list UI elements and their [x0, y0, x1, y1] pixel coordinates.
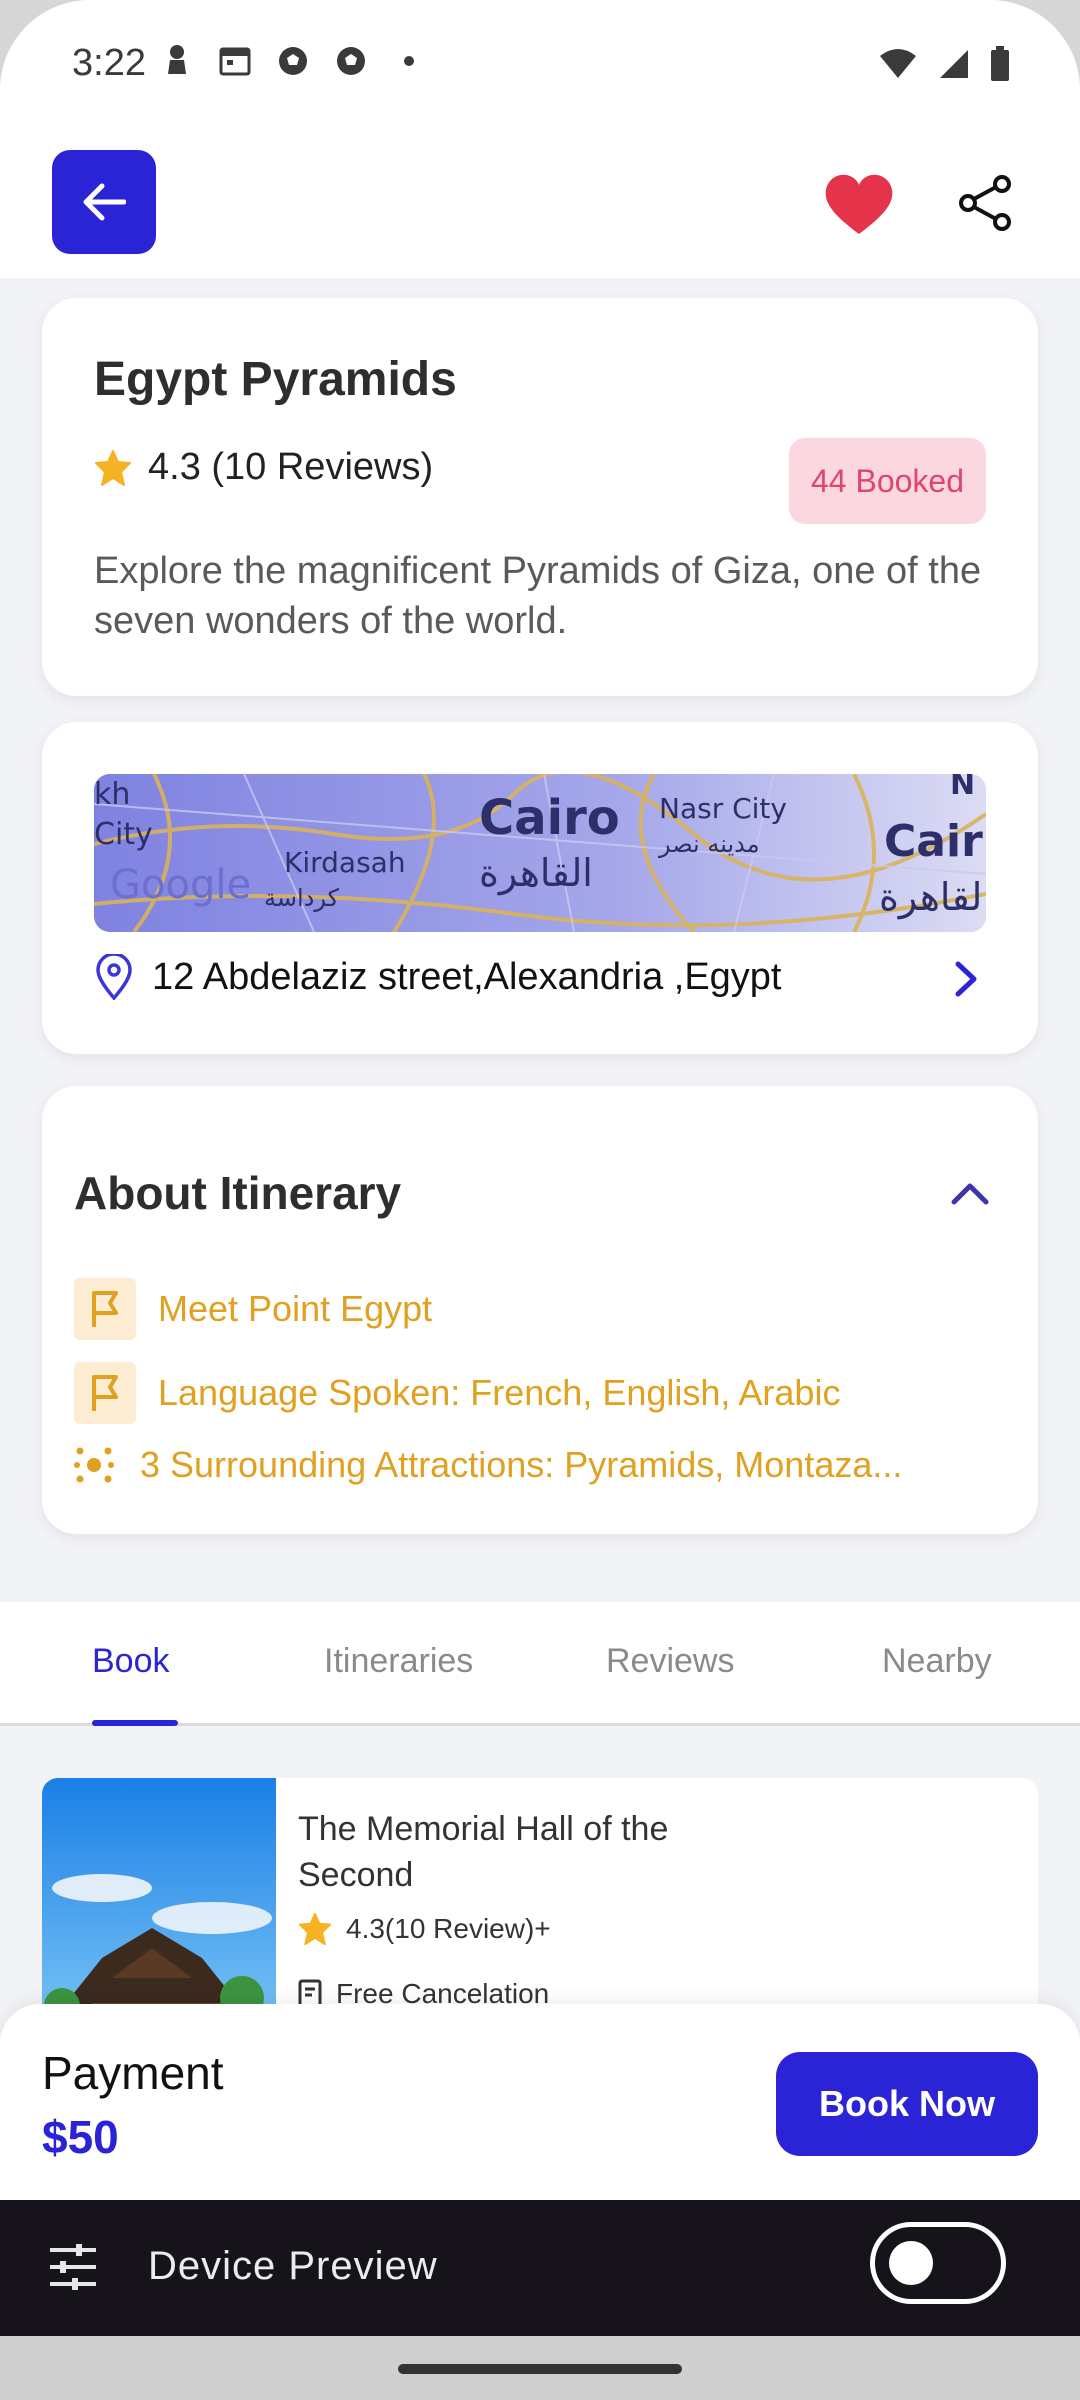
soccer-ball-icon	[276, 44, 310, 78]
chevron-right-icon[interactable]	[946, 954, 986, 1004]
soccer-ball-icon	[334, 44, 368, 78]
dot-icon	[392, 44, 426, 78]
book-item-rating: 4.3(10 Review)+	[298, 1912, 551, 1946]
svg-text:N: N	[950, 774, 975, 802]
sliders-icon[interactable]	[46, 2242, 100, 2292]
favorite-button[interactable]	[822, 172, 896, 238]
address-text: 12 Abdelaziz street,Alexandria ,Egypt	[152, 955, 782, 998]
home-indicator[interactable]	[398, 2364, 682, 2374]
payment-label: Payment	[42, 2047, 224, 2099]
map-google-logo: Google	[110, 862, 251, 908]
book-now-button[interactable]: Book Now	[776, 2052, 1038, 2156]
itinerary-item-text: Language Spoken: French, English, Arabic	[158, 1372, 841, 1413]
tab-nearby[interactable]: Nearby	[882, 1642, 992, 1681]
device-preview-toggle[interactable]	[870, 2222, 1006, 2304]
itinerary-item: 3 Surrounding Attractions: Pyramids, Mon…	[74, 1444, 902, 1486]
location-card: kh City Kirdasah كرداسة Cairo القاهرة Na…	[42, 722, 1038, 1054]
payment-bar: Payment $50 Book Now	[0, 2004, 1080, 2200]
address-row[interactable]: 12 Abdelaziz street,Alexandria ,Egypt	[94, 954, 782, 1000]
arrow-left-icon	[83, 183, 126, 221]
star-icon	[298, 1912, 332, 1946]
map-label-kirdasah-ar: كرداسة	[264, 884, 340, 912]
status-time: 3:22	[72, 42, 146, 84]
map-label-cairo: Cairo	[479, 790, 620, 846]
itinerary-card: About Itinerary Meet Point Egypt Languag…	[42, 1086, 1038, 1534]
signal-icon	[938, 48, 970, 85]
tab-itineraries[interactable]: Itineraries	[324, 1642, 473, 1681]
tab-bar: Book Itineraries Reviews Nearby	[0, 1602, 1080, 1726]
tab-indicator	[92, 1720, 178, 1726]
book-item-rating-text: 4.3(10 Review)+	[346, 1913, 551, 1944]
map-label-cairo-ar: القاهرة	[479, 851, 593, 896]
map-preview[interactable]: kh City Kirdasah كرداسة Cairo القاهرة Na…	[94, 774, 986, 932]
back-button[interactable]	[52, 150, 156, 254]
device-preview-label: Device Preview	[148, 2244, 438, 2288]
svg-text:Cair: Cair	[884, 816, 983, 867]
wifi-icon	[878, 48, 918, 85]
map-image: kh City Kirdasah كرداسة Cairo القاهرة Na…	[94, 774, 986, 932]
notification-icons	[160, 44, 426, 78]
tour-rating: 4.3 (10 Reviews)	[94, 446, 433, 489]
book-item-card[interactable]: The Memorial Hall of the Second 4.3(10 R…	[42, 1778, 1038, 2038]
share-button[interactable]	[956, 174, 1014, 232]
svg-text:kh: kh	[94, 777, 130, 812]
flag-icon	[74, 1362, 136, 1424]
device-preview-bar: Device Preview	[0, 2200, 1080, 2336]
flag-icon	[74, 1278, 136, 1340]
toggle-knob	[889, 2241, 933, 2285]
calendar-icon	[218, 44, 252, 78]
payment-amount: $50	[42, 2111, 119, 2163]
app-screen: 3:22 Egypt Pyramids 4.3 (10 Reviews) 44 …	[0, 0, 1080, 2400]
attractions-icon	[74, 1445, 114, 1485]
top-app-bar	[0, 140, 1080, 278]
itinerary-item-text: 3 Surrounding Attractions: Pyramids, Mon…	[140, 1444, 903, 1485]
itinerary-title: About Itinerary	[74, 1167, 402, 1219]
tab-book[interactable]: Book	[92, 1642, 170, 1681]
tour-description: Explore the magnificent Pyramids of Giza…	[94, 550, 982, 642]
booked-badge: 44 Booked	[788, 438, 986, 524]
star-icon	[95, 449, 131, 486]
itinerary-item: Language Spoken: French, English, Arabic	[74, 1362, 840, 1424]
tour-overview-card: Egypt Pyramids 4.3 (10 Reviews) 44 Booke…	[42, 298, 1038, 696]
heart-icon	[825, 174, 893, 234]
chevron-up-icon[interactable]	[948, 1178, 992, 1208]
itinerary-item-text: Meet Point Egypt	[158, 1288, 433, 1329]
battery-icon	[990, 46, 1010, 87]
svg-text:لقاهرة: لقاهرة	[879, 875, 982, 920]
location-pin-icon	[96, 954, 132, 1000]
system-icons	[878, 46, 1010, 87]
rating-text: 4.3 (10 Reviews)	[148, 446, 434, 488]
tour-title: Egypt Pyramids	[94, 353, 457, 406]
book-item-name: The Memorial Hall of the Second	[298, 1810, 669, 1894]
status-bar: 3:22	[0, 0, 1080, 140]
share-icon	[959, 175, 1011, 231]
tour-thumbnail	[42, 1778, 276, 2038]
tab-reviews[interactable]: Reviews	[606, 1642, 734, 1681]
itinerary-item: Meet Point Egypt	[74, 1278, 432, 1340]
map-label-kirdasah: Kirdasah	[284, 846, 406, 879]
system-nav-bar	[0, 2336, 1080, 2400]
map-label-nasr-city-ar: مدينه نصر	[658, 830, 760, 858]
map-label-nasr-city: Nasr City	[659, 792, 787, 825]
pawn-icon	[160, 44, 194, 78]
svg-text:City: City	[94, 817, 153, 852]
